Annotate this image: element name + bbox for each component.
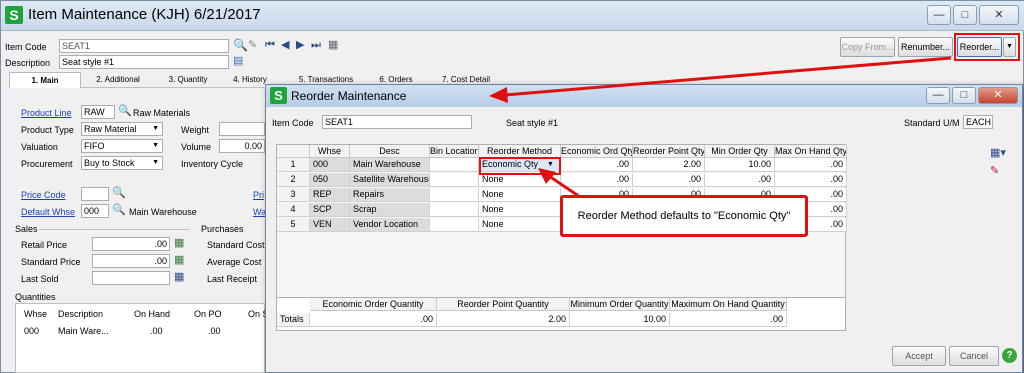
arrow-to-dialog-head [489, 87, 508, 103]
annotation-arrows [489, 56, 952, 199]
arrow-to-method-head [538, 168, 556, 184]
arrow-to-method [548, 174, 581, 199]
arrow-to-dialog [504, 56, 952, 97]
callout-box: Reorder Method defaults to "Economic Qty… [560, 195, 808, 237]
